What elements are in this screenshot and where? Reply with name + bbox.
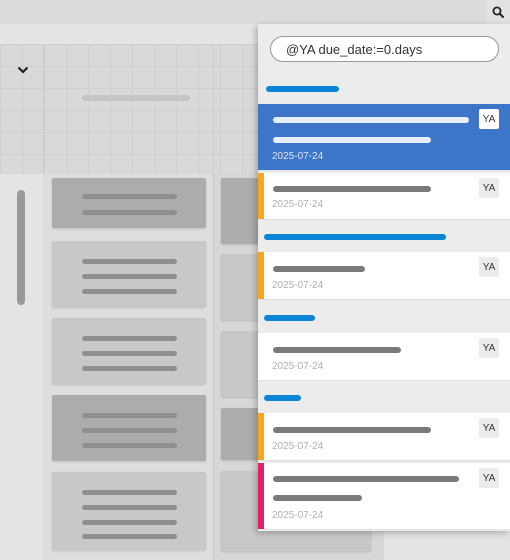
search-toggle-button[interactable] [486,0,510,24]
group-header [264,234,446,240]
vertical-scrollbar[interactable] [17,190,25,305]
priority-accent [258,252,264,299]
priority-accent [258,413,264,460]
priority-accent [258,173,264,219]
result-card[interactable]: 2025-07-24 YA [258,333,510,381]
assignee-badge[interactable]: YA [479,178,499,198]
result-date: 2025-07-24 [272,151,324,162]
assignee-badge[interactable]: YA [479,109,499,129]
result-card[interactable]: 2025-07-24 YA [258,413,510,461]
top-bar [0,0,510,24]
chevron-down-icon [17,66,29,74]
group-header [264,395,301,401]
search-input[interactable] [270,36,499,62]
result-card[interactable]: 2025-07-24 YA [258,252,510,300]
board-card[interactable] [52,395,206,461]
result-card[interactable]: 2025-07-24 YA [258,104,510,171]
search-results-panel: 2025-07-24 YA 2025-07-24 YA 2025-07-24 Y… [258,24,510,531]
board-lane [43,174,213,560]
group-header [264,315,315,321]
result-date: 2025-07-24 [272,280,324,291]
priority-accent [258,463,264,529]
result-date: 2025-07-24 [272,199,324,210]
assignee-badge[interactable]: YA [479,418,499,438]
assignee-badge[interactable]: YA [479,257,499,277]
result-card[interactable]: 2025-07-24 YA [258,463,510,530]
board-title-placeholder [82,95,190,101]
board-card[interactable] [52,472,206,550]
search-icon [492,6,504,18]
assignee-badge[interactable]: YA [479,468,499,488]
result-card[interactable]: 2025-07-24 YA [258,173,510,220]
collapse-button[interactable] [8,58,38,82]
result-date: 2025-07-24 [272,361,324,372]
assignee-badge[interactable]: YA [479,338,499,358]
result-date: 2025-07-24 [272,510,324,521]
board-card[interactable] [52,178,206,228]
board-card[interactable] [52,318,206,384]
result-date: 2025-07-24 [272,441,324,452]
group-header [266,86,339,92]
board-card[interactable] [52,241,206,307]
